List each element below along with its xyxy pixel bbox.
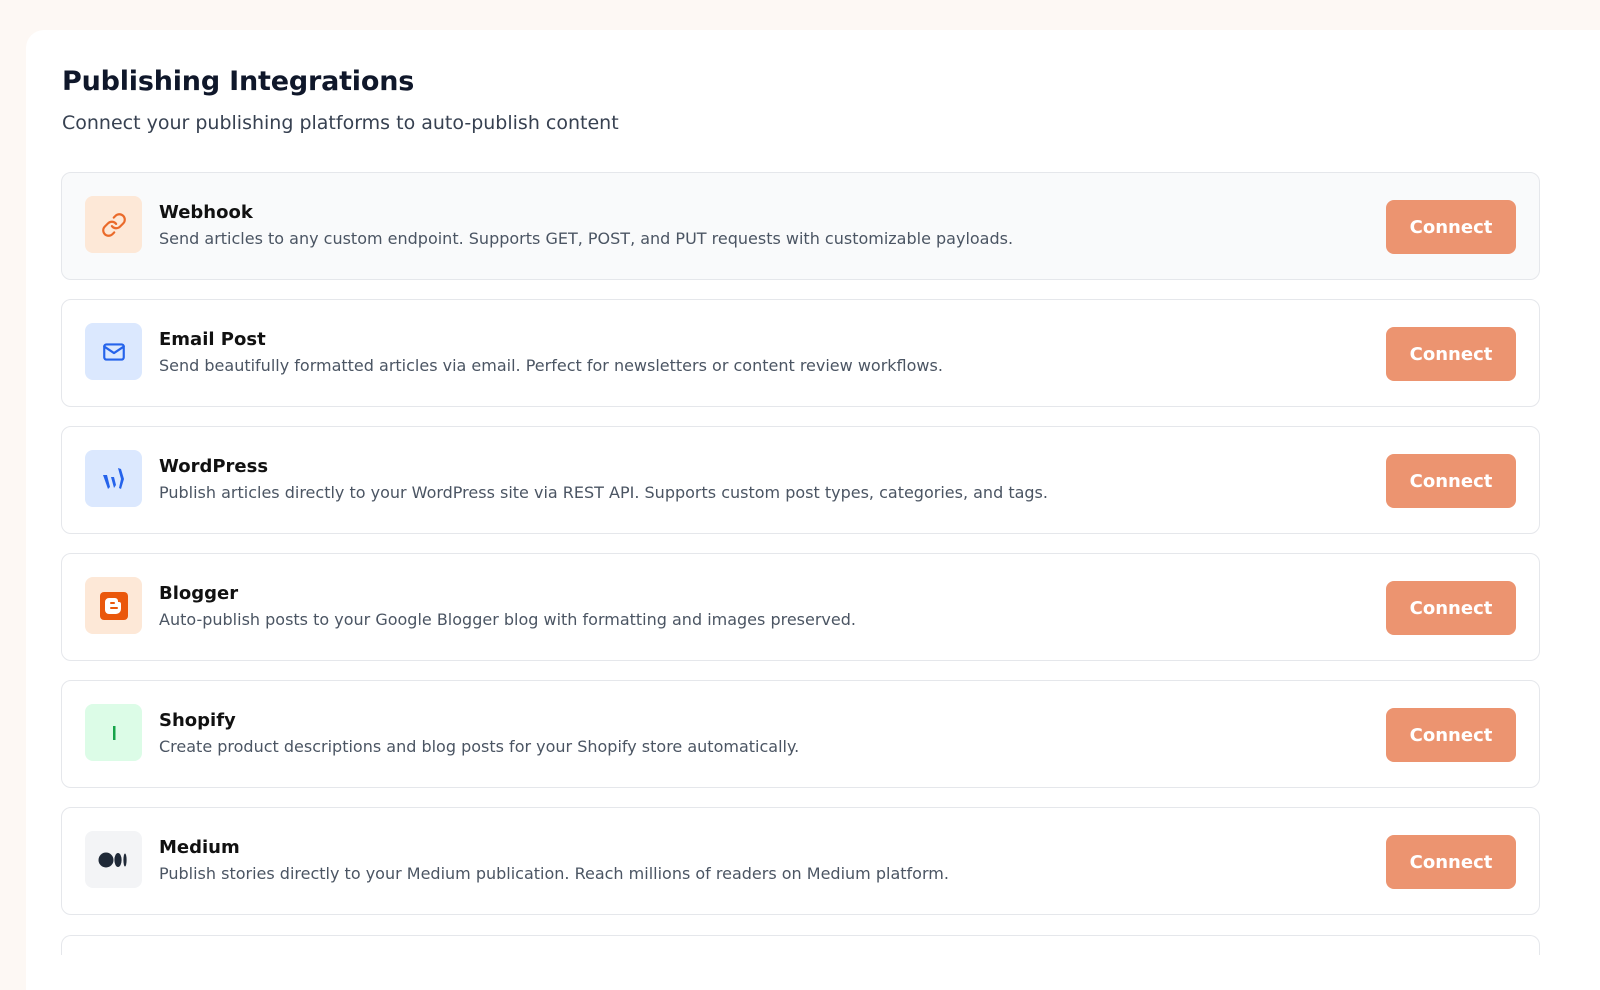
integration-description: Create product descriptions and blog pos… <box>159 737 800 756</box>
mail-icon <box>85 323 142 380</box>
connect-email-post-button[interactable]: Connect <box>1386 327 1516 381</box>
medium-icon <box>85 831 142 888</box>
connect-blogger-button[interactable]: Connect <box>1386 581 1516 635</box>
integration-card-wordpress: WordPress Publish articles directly to y… <box>61 426 1540 534</box>
page-subtitle: Connect your publishing platforms to aut… <box>62 112 619 134</box>
integration-card-partial <box>61 935 1540 955</box>
integrations-panel: Publishing Integrations Connect your pub… <box>26 30 1600 990</box>
blogger-icon <box>85 577 142 634</box>
integration-name: WordPress <box>159 456 269 477</box>
wordpress-icon <box>85 450 142 507</box>
integration-description: Send articles to any custom endpoint. Su… <box>159 229 1014 248</box>
page-title: Publishing Integrations <box>62 66 415 97</box>
integration-card-shopify: Shopify Create product descriptions and … <box>61 680 1540 788</box>
integration-description: Auto-publish posts to your Google Blogge… <box>159 610 856 629</box>
integration-name: Medium <box>159 837 240 858</box>
integration-name: Blogger <box>159 583 239 604</box>
integration-description: Publish articles directly to your WordPr… <box>159 483 1048 502</box>
integration-description: Publish stories directly to your Medium … <box>159 864 949 883</box>
link-icon <box>85 196 142 253</box>
integrations-list: Webhook Send articles to any custom endp… <box>61 172 1540 955</box>
connect-medium-button[interactable]: Connect <box>1386 835 1516 889</box>
integration-name: Shopify <box>159 710 236 731</box>
shopify-icon <box>85 704 142 761</box>
integration-card-webhook: Webhook Send articles to any custom endp… <box>61 172 1540 280</box>
integration-card-email-post: Email Post Send beautifully formatted ar… <box>61 299 1540 407</box>
integration-description: Send beautifully formatted articles via … <box>159 356 943 375</box>
integration-name: Webhook <box>159 202 253 223</box>
integration-card-blogger: Blogger Auto-publish posts to your Googl… <box>61 553 1540 661</box>
integration-name: Email Post <box>159 329 266 350</box>
integration-card-medium: Medium Publish stories directly to your … <box>61 807 1540 915</box>
connect-wordpress-button[interactable]: Connect <box>1386 454 1516 508</box>
connect-webhook-button[interactable]: Connect <box>1386 200 1516 254</box>
connect-shopify-button[interactable]: Connect <box>1386 708 1516 762</box>
